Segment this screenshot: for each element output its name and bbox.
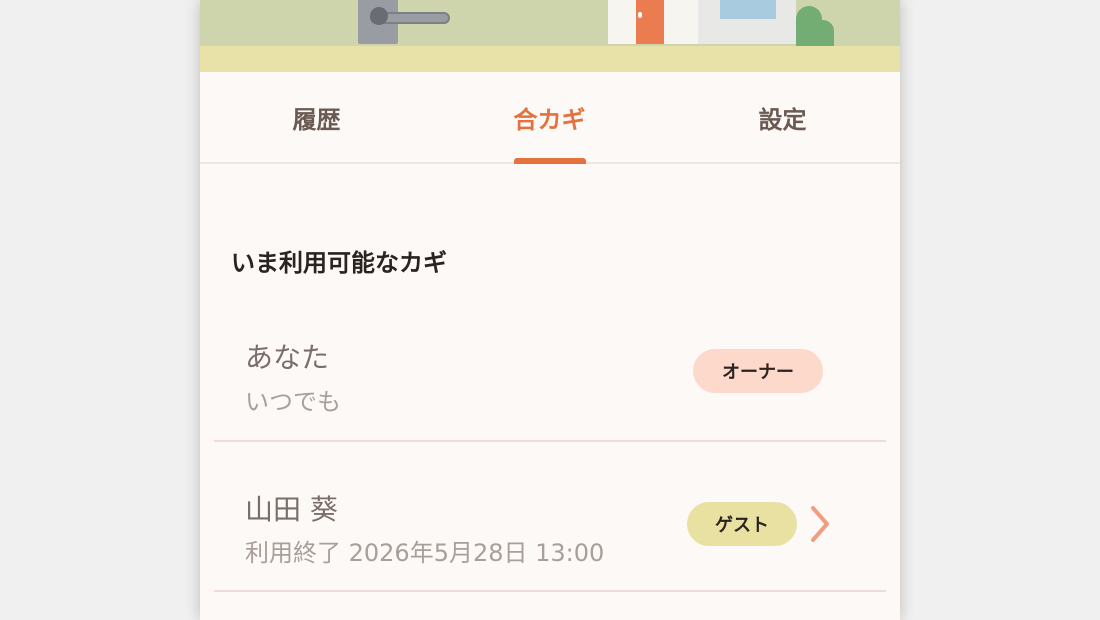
house-door-knob — [638, 12, 642, 18]
house-door-icon — [636, 0, 664, 44]
door-lock-knob — [370, 7, 388, 25]
header-illustration — [200, 0, 900, 72]
tab-bar: 履歴 合カギ 設定 — [200, 72, 900, 164]
house-window — [720, 0, 776, 19]
role-badge-guest: ゲスト — [687, 502, 797, 546]
illustration-ground — [200, 46, 900, 72]
tab-history[interactable]: 履歴 — [200, 72, 433, 162]
key-validity: いつでも — [245, 388, 341, 416]
tab-settings[interactable]: 設定 — [666, 72, 899, 162]
key-list-item-guest[interactable]: 山田 葵 利用終了 2026年5月28日 13:00 ゲスト — [214, 442, 886, 592]
role-badge-owner: オーナー — [693, 349, 823, 393]
chevron-right-icon[interactable] — [808, 504, 832, 544]
bush-illustration-small — [812, 20, 834, 46]
key-validity: 利用終了 2026年5月28日 13:00 — [245, 539, 605, 567]
section-title: いま利用可能なカギ — [231, 249, 447, 277]
key-holder-name: あなた — [245, 341, 330, 374]
key-holder-name: 山田 葵 — [245, 493, 338, 526]
key-list-item-owner[interactable]: あなた いつでも オーナー — [214, 292, 886, 442]
active-tab-indicator — [514, 158, 586, 164]
app-screen: 履歴 合カギ 設定 いま利用可能なカギ あなた いつでも オーナー 山田 葵 利… — [200, 0, 900, 620]
tab-shared-keys[interactable]: 合カギ — [433, 72, 666, 162]
